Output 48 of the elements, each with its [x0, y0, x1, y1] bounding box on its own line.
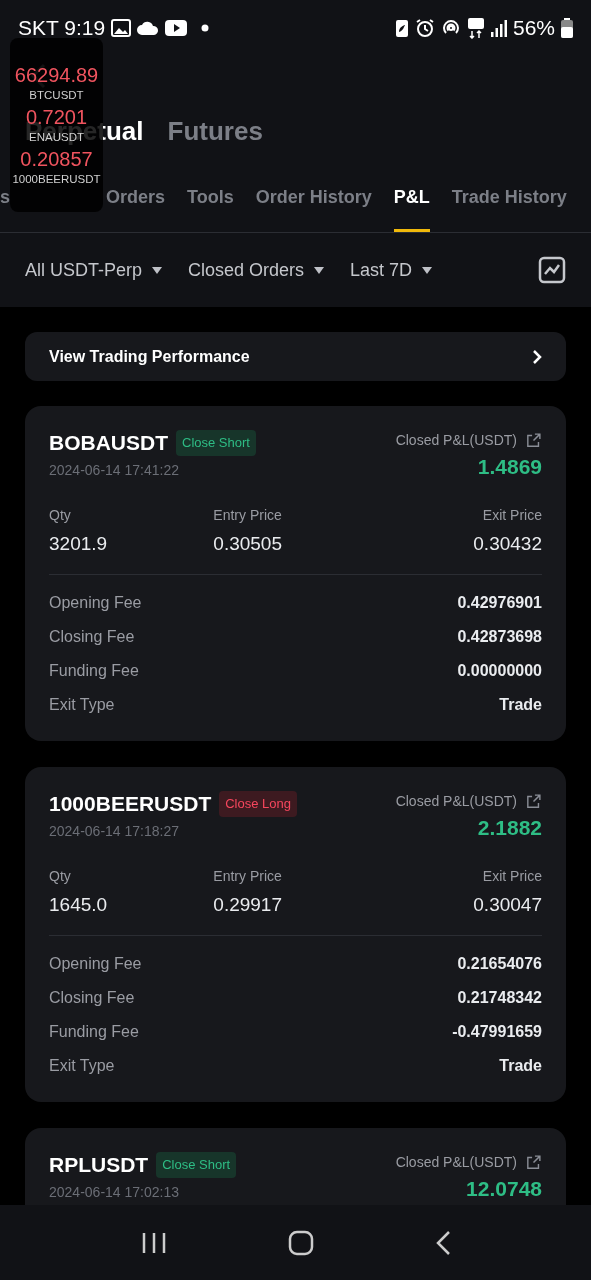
stat-value: 0.30432: [473, 531, 542, 556]
fee-label: Funding Fee: [49, 661, 139, 681]
stat-label: Exit Price: [482, 866, 542, 886]
fee-value: -0.47991659: [452, 1022, 542, 1042]
fee-label: Opening Fee: [49, 593, 142, 613]
stat-value: 3201.9: [49, 531, 108, 556]
pnl-value: 1.4869: [477, 455, 542, 479]
trade-time: 2024-06-14 17:18:27: [49, 821, 180, 841]
stat-value: 0.30505: [213, 531, 282, 556]
stat-label: Entry Price: [213, 505, 282, 525]
fee-label: Closing Fee: [49, 627, 135, 647]
symbol-name: BOBAUSDT: [49, 430, 168, 455]
stat-label: Exit Price: [482, 505, 542, 525]
pnl-value: 2.1882: [477, 816, 542, 840]
fee-value: Trade: [499, 695, 542, 715]
pnl-value: 12.0748: [466, 1177, 542, 1201]
side-tag: Close Long: [219, 791, 297, 817]
ticker-symbol: BTCUSDT: [29, 88, 84, 103]
fee-label: Exit Type: [49, 1056, 115, 1076]
symbol-name: 1000BEERUSDT: [49, 791, 212, 816]
stat-label: Entry Price: [213, 866, 282, 886]
fee-label: Opening Fee: [49, 954, 142, 974]
fee-value: Trade: [499, 1056, 542, 1076]
side-tag: Close Short: [156, 1152, 237, 1178]
fee-value: 0.21654076: [457, 954, 542, 974]
fee-value: 0.21748342: [457, 988, 542, 1008]
fee-label: Exit Type: [49, 695, 115, 715]
side-tag: Close Short: [176, 430, 256, 456]
fee-value: 0.42976901: [457, 593, 542, 613]
symbol-name: RPLUSDT: [49, 1152, 149, 1177]
battery-percent: 56%: [512, 15, 555, 42]
fee-label: Funding Fee: [49, 1022, 139, 1042]
ticker-price: 66294.89: [14, 63, 99, 87]
pnl-label: Closed P&L(USDT): [395, 1153, 517, 1172]
pnl-label: Closed P&L(USDT): [395, 431, 517, 450]
fee-value: 0.42873698: [457, 627, 542, 647]
stat-value: 0.29917: [213, 892, 282, 917]
fee-value: 0.00000000: [457, 661, 542, 681]
ticker-symbol: 1000BEERUSDT: [12, 172, 101, 187]
fee-label: Closing Fee: [49, 988, 135, 1008]
trade-time: 2024-06-14 17:41:22: [49, 460, 180, 480]
stat-label: Qty: [49, 505, 71, 525]
stat-label: Qty: [49, 866, 71, 886]
stat-value: 1645.0: [49, 892, 108, 917]
stat-value: 0.30047: [473, 892, 542, 917]
pnl-label: Closed P&L(USDT): [395, 792, 517, 811]
trade-time: 2024-06-14 17:02:13: [49, 1182, 180, 1202]
ticker-price: 0.20857: [20, 147, 93, 171]
